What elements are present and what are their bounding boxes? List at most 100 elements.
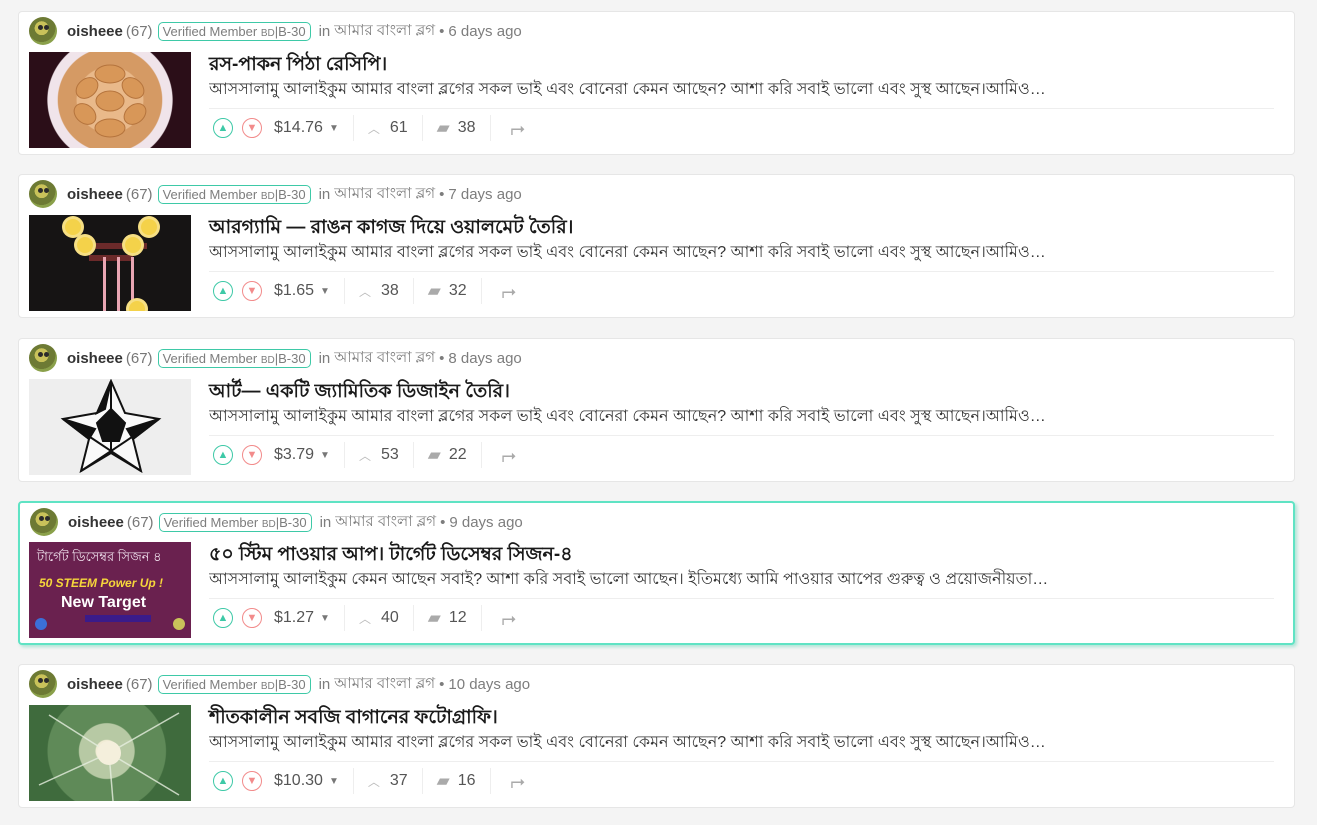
post-time[interactable]: 8 days ago bbox=[448, 350, 521, 367]
post-excerpt[interactable]: আসসালামু আলাইকুম আমার বাংলা ব্লগের সকল ভ… bbox=[209, 76, 1274, 103]
reputation: (67) bbox=[125, 185, 153, 203]
steem-logo-icon bbox=[35, 618, 47, 630]
author-name[interactable]: oisheee bbox=[67, 23, 123, 40]
avatar[interactable] bbox=[30, 508, 58, 536]
downvote-icon[interactable]: ▼ bbox=[242, 281, 262, 301]
payout-dropdown[interactable]: $1.65 ▼ bbox=[274, 282, 330, 300]
upvote-icon[interactable]: ▲ bbox=[213, 445, 233, 465]
avatar[interactable] bbox=[29, 670, 57, 698]
post-actions: ▲ ▼ $3.79 ▼ ︿ 53 ▰ 22 ⮣ bbox=[213, 441, 516, 469]
community-link[interactable]: আমার বাংলা ব্লগ bbox=[334, 19, 435, 44]
community-link[interactable]: আমার বাংলা ব্লগ bbox=[335, 510, 436, 535]
downvote-icon[interactable]: ▼ bbox=[242, 118, 262, 138]
in-label: in bbox=[318, 349, 331, 367]
comment-count-value: 38 bbox=[457, 119, 476, 136]
chevron-up-icon: ︿ bbox=[358, 611, 371, 626]
downvote-icon[interactable]: ▼ bbox=[242, 608, 262, 628]
avatar[interactable] bbox=[29, 344, 57, 372]
downvote-icon[interactable]: ▼ bbox=[242, 445, 262, 465]
comment-icon: ▰ bbox=[436, 118, 450, 137]
thumbnail-subheading: 50 STEEM Power Up ! bbox=[39, 576, 164, 590]
vote-count-value: 61 bbox=[389, 119, 408, 136]
comment-count[interactable]: ▰ 12 bbox=[428, 608, 467, 628]
separator-dot: • bbox=[439, 349, 445, 367]
comment-icon: ▰ bbox=[436, 771, 450, 790]
author-name[interactable]: oisheee bbox=[67, 186, 123, 203]
post-meta: oisheee (67) Verified Member BD|B-30 in … bbox=[29, 179, 522, 209]
divider bbox=[480, 442, 482, 468]
badge-tail: |B-30 bbox=[274, 350, 306, 366]
author-name[interactable]: oisheee bbox=[67, 350, 123, 367]
badge-country: BD bbox=[260, 190, 275, 202]
community-link[interactable]: আমার বাংলা ব্লগ bbox=[334, 346, 435, 371]
downvote-icon[interactable]: ▼ bbox=[242, 771, 262, 791]
post-card: oisheee (67) Verified Member BD|B-30 in … bbox=[18, 11, 1295, 155]
upvote-icon[interactable]: ▲ bbox=[213, 281, 233, 301]
badge-label: Verified Member bbox=[162, 350, 258, 366]
post-time[interactable]: 10 days ago bbox=[448, 676, 530, 693]
resteem-icon[interactable]: ⮣ bbox=[511, 771, 525, 792]
divider bbox=[209, 761, 1274, 762]
resteem-icon[interactable]: ⮣ bbox=[502, 281, 516, 302]
vote-count[interactable]: ︿ 38 bbox=[359, 282, 399, 300]
post-time[interactable]: 6 days ago bbox=[448, 23, 521, 40]
member-badge: Verified Member BD|B-30 bbox=[157, 184, 311, 204]
post-meta: oisheee (67) Verified Member BD|B-30 in … bbox=[29, 16, 522, 46]
vote-count[interactable]: ︿ 37 bbox=[368, 772, 408, 790]
vote-count[interactable]: ︿ 40 bbox=[359, 609, 399, 627]
chevron-up-icon: ︿ bbox=[367, 121, 380, 136]
resteem-icon[interactable]: ⮣ bbox=[502, 608, 516, 629]
post-thumbnail[interactable] bbox=[29, 705, 191, 801]
post-excerpt[interactable]: আসসালামু আলাইকুম আমার বাংলা ব্লগের সকল ভ… bbox=[209, 729, 1274, 756]
post-time[interactable]: 9 days ago bbox=[449, 514, 522, 531]
comment-count[interactable]: ▰ 16 bbox=[437, 771, 476, 791]
payout-value: $14.76 bbox=[274, 119, 323, 136]
payout-value: $1.27 bbox=[274, 609, 315, 626]
vote-count[interactable]: ︿ 61 bbox=[368, 119, 408, 137]
comment-count[interactable]: ▰ 38 bbox=[437, 118, 476, 138]
resteem-icon[interactable]: ⮣ bbox=[511, 118, 525, 139]
post-actions: ▲ ▼ $14.76 ▼ ︿ 61 ▰ 38 ⮣ bbox=[213, 114, 525, 142]
author-name[interactable]: oisheee bbox=[67, 676, 123, 693]
payout-dropdown[interactable]: $1.27 ▼ bbox=[274, 609, 330, 627]
separator-dot: • bbox=[439, 22, 445, 40]
post-thumbnail[interactable] bbox=[29, 52, 191, 148]
post-excerpt[interactable]: আসসালামু আলাইকুম আমার বাংলা ব্লগের সকল ভ… bbox=[209, 239, 1274, 266]
post-thumbnail[interactable]: টার্গেট ডিসেম্বর সিজন ৪ 50 STEEM Power U… bbox=[29, 542, 191, 638]
badge-label: Verified Member bbox=[163, 514, 259, 530]
upvote-icon[interactable]: ▲ bbox=[213, 771, 233, 791]
community-link[interactable]: আমার বাংলা ব্লগ bbox=[334, 672, 435, 697]
post-thumbnail[interactable] bbox=[29, 215, 191, 311]
avatar[interactable] bbox=[29, 180, 57, 208]
divider bbox=[489, 115, 491, 141]
chevron-up-icon: ︿ bbox=[358, 448, 371, 463]
community-link[interactable]: আমার বাংলা ব্লগ bbox=[334, 182, 435, 207]
post-card: oisheee (67) Verified Member BD|B-30 in … bbox=[18, 664, 1295, 808]
member-badge: Verified Member BD|B-30 bbox=[157, 348, 311, 368]
post-meta: oisheee (67) Verified Member BD|B-30 in … bbox=[30, 507, 523, 537]
post-card: oisheee (67) Verified Member BD|B-30 in … bbox=[18, 338, 1295, 482]
vote-count[interactable]: ︿ 53 bbox=[359, 446, 399, 464]
upvote-icon[interactable]: ▲ bbox=[213, 608, 233, 628]
payout-dropdown[interactable]: $14.76 ▼ bbox=[274, 119, 339, 137]
avatar[interactable] bbox=[29, 17, 57, 45]
comment-count[interactable]: ▰ 22 bbox=[428, 445, 467, 465]
comment-count-value: 12 bbox=[448, 609, 467, 626]
resteem-icon[interactable]: ⮣ bbox=[502, 445, 516, 466]
upvote-icon[interactable]: ▲ bbox=[213, 118, 233, 138]
post-time[interactable]: 7 days ago bbox=[448, 186, 521, 203]
badge-country: BD bbox=[260, 27, 275, 39]
badge-country: BD bbox=[260, 680, 275, 692]
caret-down-icon: ▼ bbox=[328, 122, 339, 134]
divider bbox=[421, 768, 423, 794]
payout-dropdown[interactable]: $10.30 ▼ bbox=[274, 772, 339, 790]
author-name[interactable]: oisheee bbox=[68, 514, 124, 531]
post-excerpt[interactable]: আসসালামু আলাইকুম কেমন আছেন সবাই? আশা করি… bbox=[209, 566, 1274, 593]
comment-icon: ▰ bbox=[427, 281, 441, 300]
post-excerpt[interactable]: আসসালামু আলাইকুম আমার বাংলা ব্লগের সকল ভ… bbox=[209, 403, 1274, 430]
payout-dropdown[interactable]: $3.79 ▼ bbox=[274, 446, 330, 464]
divider bbox=[412, 278, 414, 304]
chevron-up-icon: ︿ bbox=[367, 774, 380, 789]
post-thumbnail[interactable] bbox=[29, 379, 191, 475]
comment-count[interactable]: ▰ 32 bbox=[428, 281, 467, 301]
